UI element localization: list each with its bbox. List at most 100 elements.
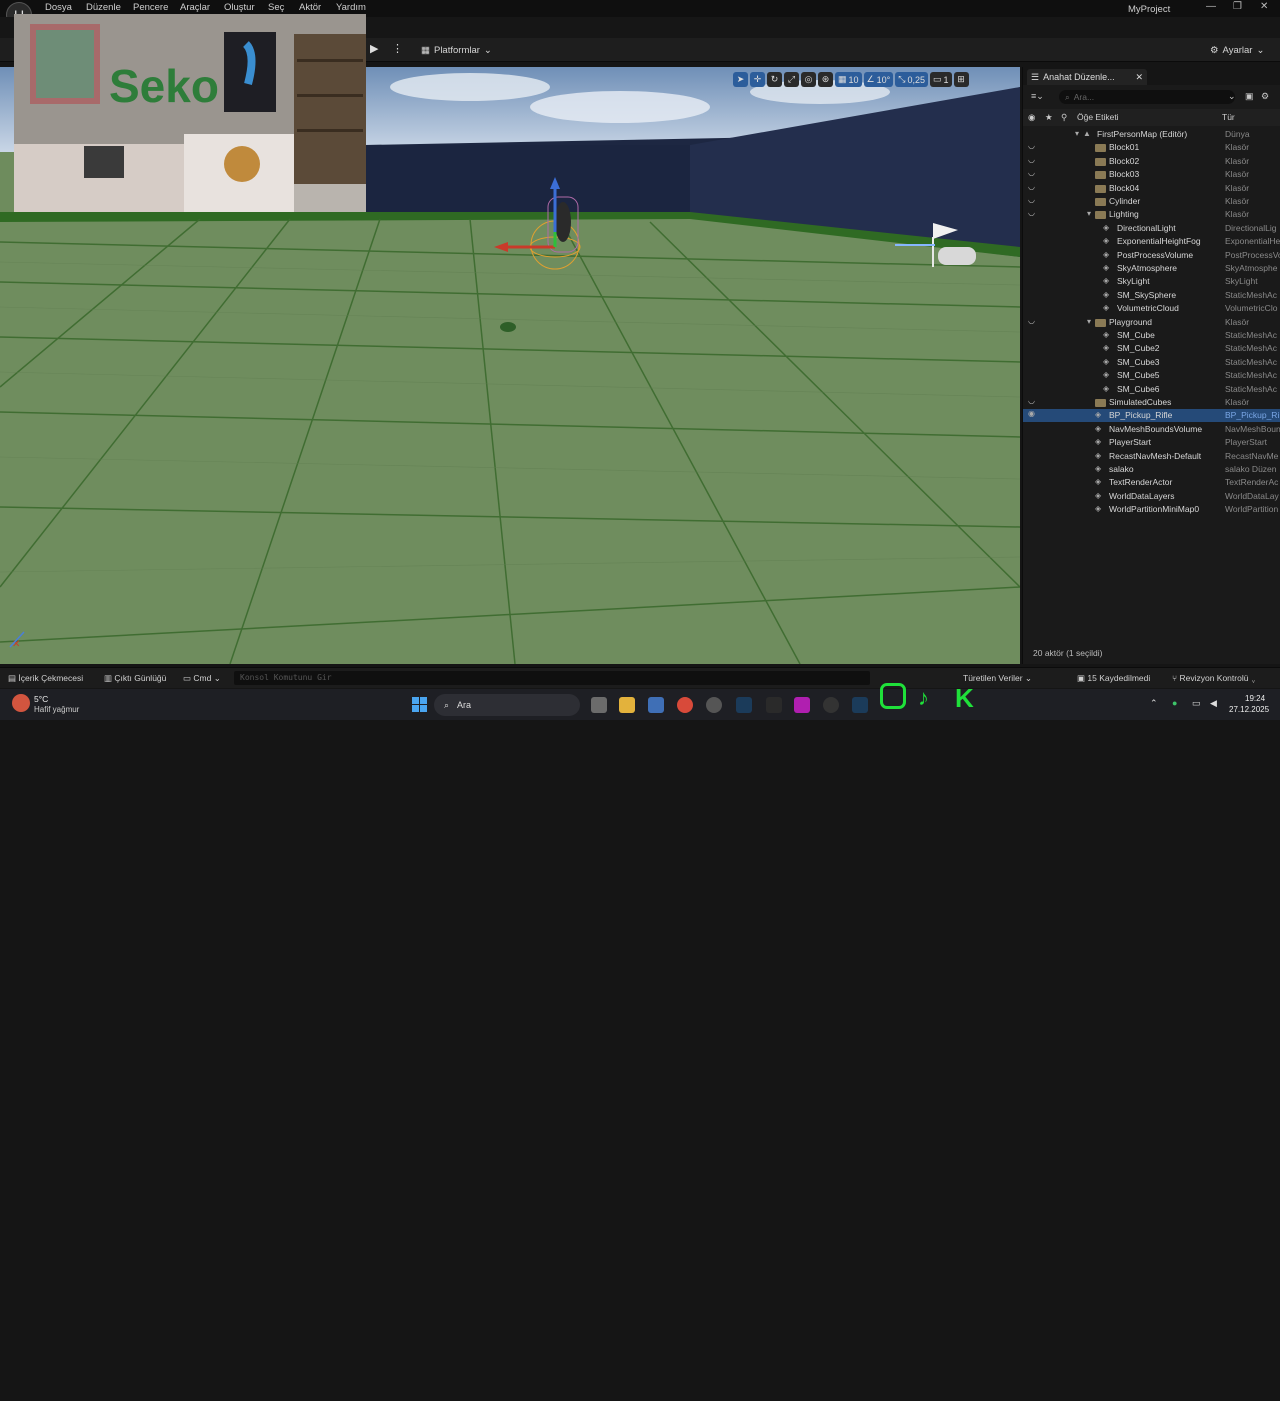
outliner-row[interactable]: ◈ ExponentialHeightFog ExponentialHe <box>1023 235 1280 248</box>
unsaved-button[interactable]: ▣ 15 Kaydedilmedi <box>1077 673 1150 684</box>
visibility-icon[interactable]: ◡ <box>1028 208 1035 217</box>
tab-outliner[interactable]: ☰ Anahat Düzenle... ✕ <box>1027 69 1147 85</box>
outliner-row[interactable]: ▾ ▲ FirstPersonMap (Editör) Dünya <box>1023 128 1280 141</box>
content-drawer-button[interactable]: ▤ İçerik Çekmecesi <box>8 673 83 684</box>
outliner-row[interactable]: ◈ salako salako Düzen <box>1023 463 1280 476</box>
outliner-row[interactable]: ◡ ▾ Playground Klasör <box>1023 316 1280 329</box>
store-icon[interactable] <box>648 697 664 713</box>
maximize-icon[interactable]: ❐ <box>1233 1 1242 12</box>
steam-icon[interactable] <box>736 697 752 713</box>
outliner-row[interactable]: ◈ WorldPartitionMiniMap0 WorldPartition <box>1023 503 1280 516</box>
outliner-row[interactable]: ◡ Block03 Klasör <box>1023 168 1280 181</box>
more-options-icon[interactable]: ⋮ <box>392 42 403 55</box>
console-input[interactable]: Konsol Komutunu Gir <box>234 671 870 685</box>
visibility-icon[interactable]: ◉ <box>1028 409 1035 418</box>
volume-icon[interactable]: ◀ <box>1210 698 1217 709</box>
steam-icon-2[interactable] <box>852 697 868 713</box>
angle-snap-button[interactable]: ∠ 10° <box>863 72 894 87</box>
menu-item-seç[interactable]: Seç <box>268 2 284 13</box>
pin-column-icon[interactable]: ⚲ <box>1061 112 1067 123</box>
outliner-row[interactable]: ◡ Block04 Klasör <box>1023 182 1280 195</box>
taskbar-search[interactable]: ⌕ Ara <box>434 694 580 716</box>
select-mode-icon[interactable]: ➤ <box>733 72 748 87</box>
translate-icon[interactable]: ✛ <box>750 72 765 87</box>
layout-icon[interactable]: ⊞ <box>953 72 969 87</box>
outliner-row[interactable]: ◈ SM_Cube6 StaticMeshAc <box>1023 383 1280 396</box>
network-icon[interactable]: ▭ <box>1192 698 1201 709</box>
expand-arrow-icon[interactable]: ▾ <box>1075 129 1079 138</box>
outliner-row[interactable]: ◈ PostProcessVolume PostProcessVo <box>1023 249 1280 262</box>
menu-item-araçlar[interactable]: Araçlar <box>180 2 210 13</box>
rotate-icon[interactable]: ↻ <box>767 72 782 87</box>
revision-control-button[interactable]: ⑂ Revizyon Kontrolü ⌄ <box>1172 673 1256 683</box>
play-icon[interactable]: ▶ <box>370 42 378 55</box>
expand-arrow-icon[interactable]: ▾ <box>1087 317 1091 326</box>
cmd-button[interactable]: ▭ Cmd ⌄ <box>183 673 221 684</box>
outliner-row[interactable]: ◈ SM_SkySphere StaticMeshAc <box>1023 289 1280 302</box>
app-icon[interactable] <box>794 697 810 713</box>
column-type[interactable]: Tür <box>1222 112 1235 122</box>
outliner-row[interactable]: ◡ Cylinder Klasör <box>1023 195 1280 208</box>
outliner-row[interactable]: ◈ VolumetricCloud VolumetricClo <box>1023 302 1280 315</box>
scale-icon[interactable]: ⤢ <box>784 72 799 87</box>
task-view-icon[interactable] <box>591 697 607 713</box>
outliner-row[interactable]: ◈ WorldDataLayers WorldDataLay <box>1023 490 1280 503</box>
visibility-icon[interactable]: ◡ <box>1028 141 1035 150</box>
epic-games-icon[interactable] <box>766 697 782 713</box>
minimize-icon[interactable]: — <box>1206 1 1216 12</box>
visibility-icon[interactable]: ◡ <box>1028 155 1035 164</box>
close-icon[interactable]: ✕ <box>1260 1 1268 12</box>
camera-speed-button[interactable]: ▭ 1 <box>929 72 952 87</box>
clock-time[interactable]: 19:24 <box>1245 694 1265 703</box>
platforms-button[interactable]: ▦ Platformlar ⌄ <box>421 42 492 58</box>
outliner-row[interactable]: ◉ ◈ BP_Pickup_Rifle BP_Pickup_Ri <box>1023 409 1280 423</box>
menu-item-oluştur[interactable]: Oluştur <box>224 2 255 13</box>
outliner-row[interactable]: ◡ Block01 Klasör <box>1023 141 1280 154</box>
surface-snap-icon[interactable]: ⊛ <box>818 72 833 87</box>
grid-snap-button[interactable]: ▦ 10 <box>835 72 862 87</box>
outliner-row[interactable]: ◡ Block02 Klasör <box>1023 155 1280 168</box>
outliner-row[interactable]: ◈ TextRenderActor TextRenderAc <box>1023 476 1280 489</box>
unreal-engine-icon[interactable] <box>823 697 839 713</box>
file-explorer-icon[interactable] <box>619 697 635 713</box>
menu-item-yardım[interactable]: Yardım <box>336 2 366 13</box>
menu-item-pencere[interactable]: Pencere <box>133 2 168 13</box>
close-tab-icon[interactable]: ✕ <box>1135 72 1143 83</box>
outliner-row[interactable]: ◈ DirectionalLight DirectionalLig <box>1023 222 1280 235</box>
outliner-row[interactable]: ◈ SM_Cube5 StaticMeshAc <box>1023 369 1280 382</box>
gear-icon[interactable]: ⚙ <box>1261 91 1269 102</box>
visibility-icon[interactable]: ◡ <box>1028 195 1035 204</box>
outliner-row[interactable]: ◈ RecastNavMesh-Default RecastNavMe <box>1023 450 1280 463</box>
outliner-row[interactable]: ◈ SM_Cube2 StaticMeshAc <box>1023 342 1280 355</box>
windows-start-icon[interactable] <box>412 697 427 712</box>
outliner-row[interactable]: ◡ ▾ Lighting Klasör <box>1023 208 1280 221</box>
outliner-search-input[interactable]: ⌕ Ara... <box>1059 90 1235 104</box>
outliner-row[interactable]: ◈ SkyLight SkyLight <box>1023 275 1280 288</box>
visibility-icon[interactable]: ◡ <box>1028 168 1035 177</box>
star-column-icon[interactable]: ★ <box>1045 112 1053 123</box>
world-space-icon[interactable]: ◎ <box>801 72 816 87</box>
menu-item-düzenle[interactable]: Düzenle <box>86 2 121 13</box>
tray-chevron-icon[interactable]: ⌃ <box>1150 698 1158 709</box>
chevron-down-icon[interactable]: ⌄ <box>1228 91 1236 102</box>
outliner-row[interactable]: ◈ SM_Cube3 StaticMeshAc <box>1023 356 1280 369</box>
menu-item-dosya[interactable]: Dosya <box>45 2 72 13</box>
settings-button[interactable]: ⚙ Ayarlar ⌄ <box>1210 42 1264 58</box>
menu-item-aktör[interactable]: Aktör <box>299 2 321 13</box>
obs-icon[interactable] <box>706 697 722 713</box>
expand-arrow-icon[interactable]: ▾ <box>1087 209 1091 218</box>
microphone-icon[interactable]: ● <box>1172 698 1177 708</box>
outliner-row[interactable]: ◈ SM_Cube StaticMeshAc <box>1023 329 1280 342</box>
visibility-icon[interactable]: ◡ <box>1028 316 1035 325</box>
clock-date[interactable]: 27.12.2025 <box>1229 705 1269 714</box>
outliner-row[interactable]: ◈ NavMeshBoundsVolume NavMeshBoun <box>1023 423 1280 436</box>
scale-snap-button[interactable]: ⤡ 0,25 <box>895 72 928 87</box>
add-folder-icon[interactable]: ▣ <box>1245 91 1254 102</box>
visibility-column-icon[interactable]: ◉ <box>1028 112 1035 123</box>
chrome-icon[interactable] <box>677 697 693 713</box>
filter-icon[interactable]: ≡⌄ <box>1031 91 1044 102</box>
output-log-button[interactable]: ▥ Çıktı Günlüğü <box>104 673 166 684</box>
visibility-icon[interactable]: ◡ <box>1028 396 1035 405</box>
visibility-icon[interactable]: ◡ <box>1028 182 1035 191</box>
outliner-row[interactable]: ◡ SimulatedCubes Klasör <box>1023 396 1280 409</box>
